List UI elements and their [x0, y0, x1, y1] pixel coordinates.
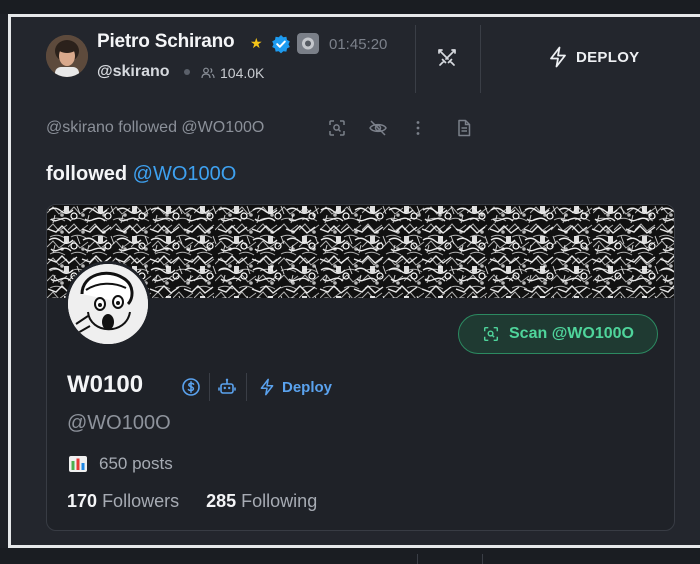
profile-card: Scan @WO100O W0100 Deploy @WO100O 650 po…	[46, 204, 675, 531]
document-icon[interactable]	[454, 118, 474, 138]
headline-verb: followed	[46, 163, 128, 185]
lightning-icon	[260, 378, 274, 396]
lightning-icon	[550, 46, 566, 68]
scan-button-label: Scan @WO100O	[509, 325, 634, 342]
header-divider	[415, 25, 416, 93]
eye-off-icon[interactable]	[368, 118, 388, 138]
affiliate-badge-icon	[297, 33, 319, 54]
card-divider	[209, 373, 210, 401]
card-deploy-button[interactable]: Deploy	[259, 378, 332, 396]
dollar-icon[interactable]	[181, 377, 201, 397]
timestamp: 01:45:20	[329, 36, 388, 53]
bar-chart-icon	[69, 456, 87, 472]
top-strip	[0, 0, 700, 14]
users-icon	[201, 67, 215, 79]
feed-item: Pietro Schirano ★ 01:45:20 @skirano 104.…	[8, 14, 700, 548]
followers-label[interactable]: Followers	[102, 491, 179, 511]
star-icon: ★	[250, 35, 263, 51]
scan-icon	[483, 326, 499, 342]
verified-icon	[272, 35, 290, 54]
crossed-swords-icon[interactable]	[436, 47, 458, 69]
deploy-button[interactable]: DEPLOY	[548, 45, 639, 69]
card-deploy-label: Deploy	[282, 378, 333, 396]
headline-target-link[interactable]: @WO100O	[133, 163, 237, 185]
follower-count: 104.0K	[220, 65, 265, 81]
posts-count: 650 posts	[69, 454, 173, 474]
activity-headline: followed @WO100O	[46, 163, 236, 186]
bottom-strip	[0, 548, 700, 564]
robot-icon[interactable]	[217, 377, 237, 397]
author-avatar[interactable]	[46, 35, 88, 77]
follow-stats: 170 Followers 285 Following	[67, 491, 317, 512]
more-vertical-icon[interactable]	[408, 118, 428, 138]
author-name[interactable]: Pietro Schirano	[97, 31, 235, 53]
scan-icon[interactable]	[327, 118, 347, 138]
profile-avatar[interactable]	[65, 261, 151, 347]
profile-handle: @WO100O	[67, 412, 171, 434]
separator-dot	[184, 69, 190, 75]
header-divider	[480, 25, 481, 93]
profile-display-name[interactable]: W0100	[67, 371, 143, 399]
scan-profile-button[interactable]: Scan @WO100O	[458, 314, 658, 354]
strip-divider	[482, 554, 483, 564]
strip-divider	[417, 554, 418, 564]
posts-label: 650 posts	[99, 454, 173, 473]
card-divider	[246, 373, 247, 401]
author-handle[interactable]: @skirano	[97, 63, 170, 81]
following-label[interactable]: Following	[241, 491, 317, 511]
following-count[interactable]: 285	[206, 491, 236, 511]
followers-count[interactable]: 170	[67, 491, 97, 511]
deploy-button-label: DEPLOY	[576, 48, 640, 66]
activity-text: @skirano followed @WO100O	[46, 119, 265, 136]
